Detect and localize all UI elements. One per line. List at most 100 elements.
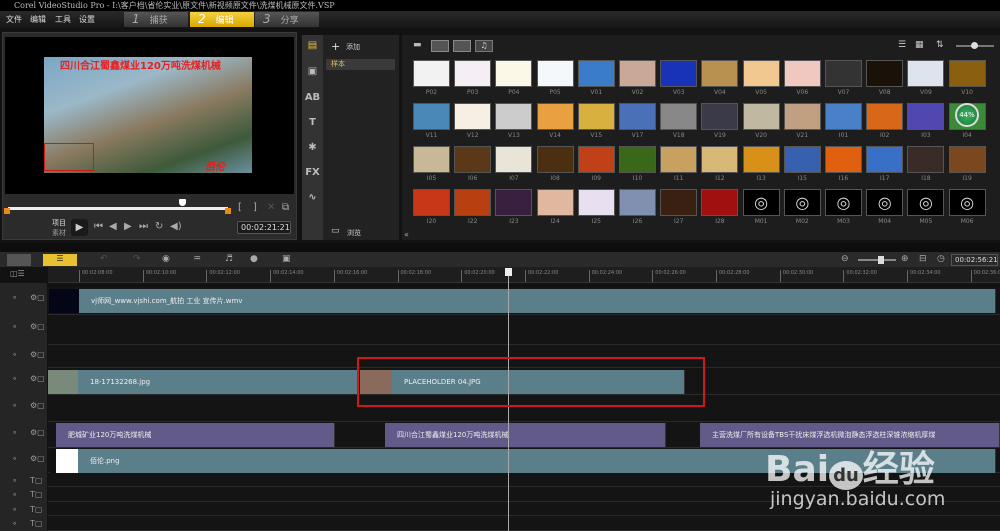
- fit-project-icon[interactable]: ⊟: [919, 254, 927, 264]
- timeline-zoom-handle[interactable]: [878, 256, 884, 264]
- library-thumbnail[interactable]: [948, 60, 986, 87]
- library-thumbnail[interactable]: [742, 146, 780, 173]
- sort-icon[interactable]: ⇅: [936, 40, 944, 50]
- track-visibility-icon[interactable]: T▢: [30, 505, 42, 514]
- transition-icon[interactable]: AB: [304, 92, 321, 103]
- library-thumbnail[interactable]: [660, 146, 698, 173]
- track-visibility-icon[interactable]: ⚙▢: [30, 322, 45, 331]
- track-visibility-icon[interactable]: ⚙▢: [30, 374, 45, 383]
- library-thumbnail[interactable]: [825, 60, 862, 87]
- graphic-icon[interactable]: ✱: [304, 142, 321, 153]
- track-lock-icon[interactable]: ∘: [12, 322, 17, 331]
- library-thumbnail[interactable]: [495, 146, 533, 173]
- record-capture-icon[interactable]: ◉: [162, 254, 170, 264]
- subtitle-icon[interactable]: ▣: [282, 254, 291, 264]
- library-thumbnail[interactable]: [701, 146, 739, 173]
- motion-tracking-icon[interactable]: ●: [250, 254, 258, 264]
- scrubber-playhead[interactable]: [178, 199, 186, 206]
- track-lock-icon[interactable]: ∘: [12, 293, 17, 302]
- add-folder-label[interactable]: 添加: [346, 42, 360, 52]
- prev-frame-icon[interactable]: ◀: [109, 221, 117, 232]
- track-lock-icon[interactable]: ∘: [12, 505, 17, 514]
- menu-tools[interactable]: 工具: [55, 14, 71, 25]
- media-icon[interactable]: ▤: [304, 40, 321, 51]
- mode-clip[interactable]: 素材: [52, 228, 66, 238]
- library-thumbnail[interactable]: [454, 189, 492, 216]
- title-clip[interactable]: 肥城矿业120万吨洗煤机械: [56, 423, 335, 447]
- cut-icon[interactable]: ✕: [267, 202, 275, 213]
- track-lock-icon[interactable]: ∘: [12, 428, 17, 437]
- folder-sample[interactable]: 样本: [326, 59, 395, 70]
- library-thumbnail[interactable]: [577, 189, 615, 216]
- track-lock-icon[interactable]: ∘: [12, 490, 17, 499]
- library-thumbnail[interactable]: ◎: [783, 189, 821, 216]
- library-thumbnail[interactable]: [495, 60, 533, 87]
- repeat-icon[interactable]: ↻: [155, 221, 163, 232]
- show-audio-toggle[interactable]: ♫: [475, 40, 493, 52]
- track-manager-icon[interactable]: ◫☰: [10, 269, 25, 278]
- storyboard-view-button[interactable]: [7, 254, 31, 266]
- library-thumbnail[interactable]: [866, 146, 904, 173]
- track-visibility-icon[interactable]: ⚙▢: [30, 428, 45, 437]
- playhead-handle[interactable]: [505, 268, 512, 276]
- library-thumbnail[interactable]: [742, 60, 780, 87]
- track-visibility-icon[interactable]: T▢: [30, 490, 42, 499]
- track-lock-icon[interactable]: ∘: [12, 374, 17, 383]
- auto-music-icon[interactable]: ♬: [225, 254, 233, 264]
- collapse-icon[interactable]: «: [404, 230, 409, 239]
- library-thumbnail[interactable]: [536, 60, 574, 87]
- tab-share[interactable]: 3 分享: [255, 12, 319, 27]
- track-lock-icon[interactable]: ∘: [12, 476, 17, 485]
- thumbnail-size-handle[interactable]: [971, 42, 978, 49]
- track-visibility-icon[interactable]: ⚙▢: [30, 454, 45, 463]
- undo-icon[interactable]: ↶: [100, 254, 108, 264]
- library-thumbnail[interactable]: [742, 103, 780, 130]
- library-thumbnail[interactable]: [907, 103, 945, 130]
- timeline-view-button[interactable]: ☰: [43, 254, 77, 266]
- library-thumbnail[interactable]: [577, 146, 615, 173]
- zoom-in-icon[interactable]: ⊕: [901, 254, 909, 264]
- library-thumbnail[interactable]: [825, 103, 862, 130]
- library-thumbnail[interactable]: [660, 103, 698, 130]
- volume-icon[interactable]: ◀): [170, 221, 182, 232]
- zoom-out-icon[interactable]: ⊖: [841, 254, 849, 264]
- tab-capture[interactable]: 1 捕获: [124, 12, 188, 27]
- trim-start-handle[interactable]: [4, 208, 10, 214]
- library-thumbnail[interactable]: [619, 103, 656, 130]
- library-thumbnail[interactable]: [948, 146, 986, 173]
- enlarge-icon[interactable]: ⧉: [282, 202, 289, 213]
- library-thumbnail[interactable]: [536, 103, 574, 130]
- library-thumbnail[interactable]: [536, 146, 574, 173]
- show-videos-toggle[interactable]: [431, 40, 449, 52]
- timeline-ruler[interactable]: 00:02:08:00 00:02:10:00 00:02:12:00 00:02:1…: [48, 267, 1000, 283]
- mark-out-icon[interactable]: ]: [253, 202, 257, 213]
- library-thumbnail[interactable]: [413, 189, 450, 216]
- show-photos-toggle[interactable]: [453, 40, 471, 52]
- track-lock-icon[interactable]: ∘: [12, 401, 17, 410]
- redo-icon[interactable]: ↷: [133, 254, 141, 264]
- library-thumbnail[interactable]: [577, 60, 615, 87]
- library-thumbnail[interactable]: ◎: [907, 189, 945, 216]
- add-folder-icon[interactable]: +: [331, 40, 340, 53]
- library-thumbnail[interactable]: [619, 146, 656, 173]
- track-visibility-icon[interactable]: ⚙▢: [30, 293, 45, 302]
- next-frame-icon[interactable]: ▶: [124, 221, 132, 232]
- library-thumbnail[interactable]: [783, 60, 821, 87]
- thumb-view-icon[interactable]: ▦: [915, 40, 924, 50]
- video-clip[interactable]: vj师网_www.vjshi.com_航拍 工业 宣传片.wmv: [79, 289, 996, 313]
- go-start-icon[interactable]: ⏮: [94, 221, 103, 232]
- library-thumbnail[interactable]: [701, 189, 739, 216]
- path-icon[interactable]: ∿: [304, 192, 321, 203]
- fx-icon[interactable]: FX: [304, 167, 321, 178]
- sound-mixer-icon[interactable]: ♒: [193, 254, 201, 264]
- play-button[interactable]: ▶: [71, 219, 88, 236]
- library-thumbnail[interactable]: [454, 146, 492, 173]
- list-view-icon[interactable]: ☰: [898, 40, 906, 50]
- menu-settings[interactable]: 设置: [79, 14, 95, 25]
- timeline-zoom-slider[interactable]: [858, 259, 896, 261]
- go-end-icon[interactable]: ⏭: [139, 221, 148, 232]
- splitter[interactable]: [0, 243, 1000, 252]
- track-visibility-icon[interactable]: ⚙▢: [30, 401, 45, 410]
- library-thumbnail[interactable]: [577, 103, 615, 130]
- library-thumbnail[interactable]: [454, 103, 492, 130]
